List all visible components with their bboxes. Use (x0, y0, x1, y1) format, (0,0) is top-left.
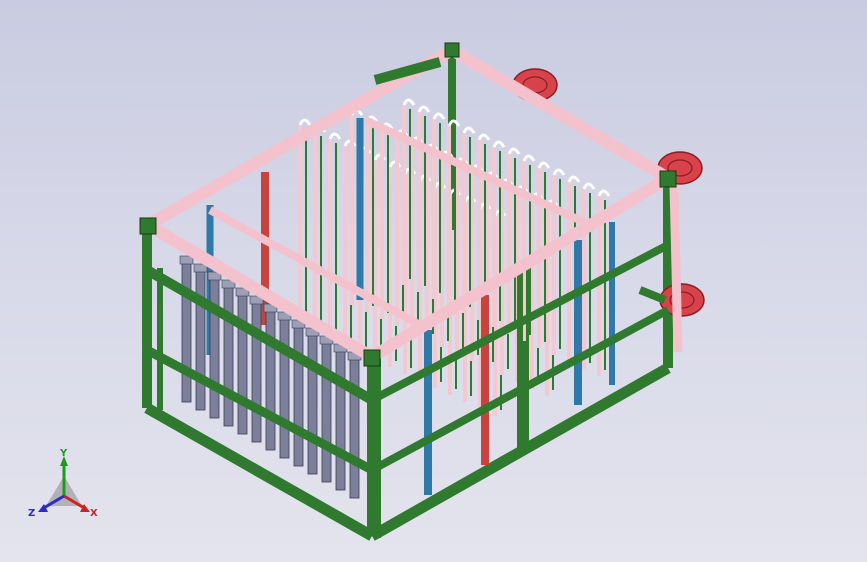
battery-module (223, 285, 234, 427)
tube-bend (522, 154, 536, 162)
tube-bend (462, 126, 476, 134)
assembly-model[interactable] (0, 0, 867, 562)
battery-module (279, 317, 290, 459)
tube-bend (507, 147, 521, 155)
battery-module (307, 333, 318, 475)
tube-bend (582, 182, 596, 190)
tube-bend (567, 175, 581, 183)
y-axis-label: Y (59, 448, 68, 459)
tube-bend (432, 112, 446, 120)
tube-bend (597, 189, 611, 197)
coordinate-triad-icon: Y X Z (28, 448, 98, 519)
x-axis-label: X (90, 508, 98, 519)
z-axis-label: Z (28, 508, 35, 519)
battery-module (209, 277, 220, 419)
3d-viewport[interactable]: Y X Z (0, 0, 867, 562)
battery-module (293, 325, 304, 467)
tube-bend (477, 133, 491, 141)
tube-bend (417, 105, 431, 113)
battery-module (181, 261, 192, 403)
battery-module (349, 357, 360, 499)
tube-bend (298, 118, 312, 126)
tube-bend (552, 168, 566, 176)
tube-bend (402, 98, 416, 106)
battery-module (251, 301, 262, 443)
tube-bend (328, 132, 342, 140)
battery-module (237, 293, 248, 435)
tube-bend (492, 140, 506, 148)
battery-module (265, 309, 276, 451)
tube-bend (537, 161, 551, 169)
battery-module (195, 269, 206, 411)
battery-module (335, 349, 346, 491)
battery-module (321, 341, 332, 483)
